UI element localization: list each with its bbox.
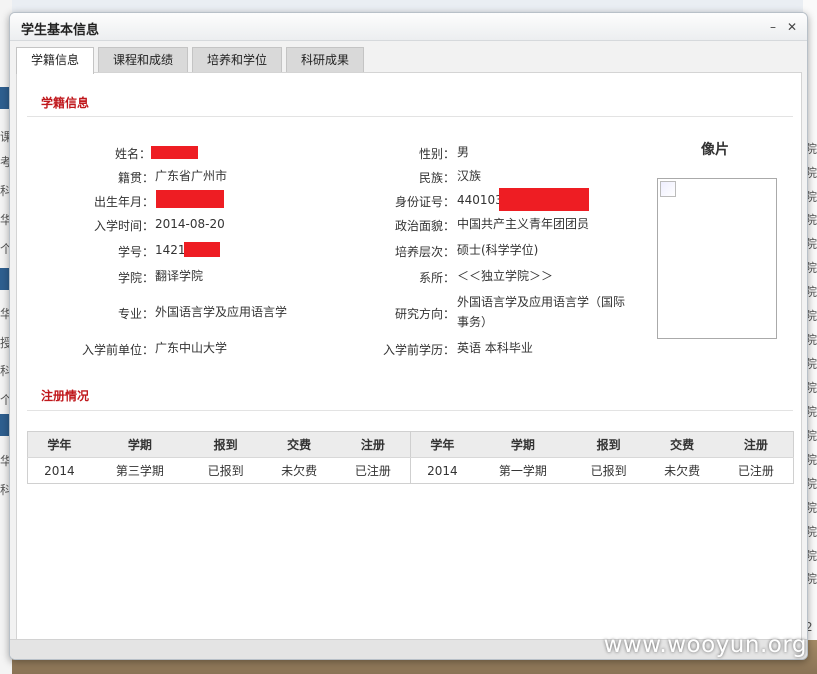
research-direction-value: 外国语言学及应用语言学（国际事务）: [457, 295, 626, 329]
major-value: 外国语言学及应用语言学: [155, 305, 288, 319]
prev-unit-label: 入学前单位：: [81, 343, 154, 357]
department-value: ＜＜独立学院＞＞: [457, 269, 554, 283]
column-header: 注册: [718, 431, 794, 458]
table-header-row: 学年 学期 报到 交费 注册 学年 学期 报到 交费 注册: [27, 431, 794, 458]
registration-section-title: 注册情况: [41, 389, 90, 403]
native-place-label: 籍贯：: [117, 171, 154, 185]
column-header: 注册: [335, 431, 411, 458]
column-header: 学年: [27, 431, 91, 458]
research-direction-label: 研究方向：: [394, 307, 455, 321]
college-label: 学院：: [117, 271, 154, 285]
student-id-redaction: [184, 242, 220, 257]
table-cell: 已注册: [718, 457, 794, 484]
table-cell: 2014: [409, 457, 474, 484]
birth-redaction: [156, 190, 224, 208]
ethnic-label: 民族：: [418, 171, 455, 185]
major-label: 专业：: [117, 307, 154, 321]
tab-courses-grades[interactable]: 课程和成绩: [98, 47, 188, 73]
prev-education-value: 英语 本科毕业: [457, 341, 533, 355]
column-header: 学期: [473, 431, 572, 458]
native-place-value: 广东省广州市: [155, 169, 228, 183]
section-divider: [27, 116, 793, 117]
table-cell: 第一学期: [473, 457, 572, 484]
name-label: 姓名：: [114, 147, 151, 161]
training-level-label: 培养层次：: [394, 245, 455, 259]
student-id-value: 1421: [155, 243, 186, 257]
student-id-label: 学号：: [117, 245, 154, 259]
student-info-dialog: 学生基本信息 – ✕ 学籍信息 课程和成绩 培养和学位 科研成果 学籍信息 姓名…: [9, 12, 808, 660]
enrollment-section-title: 学籍信息: [41, 96, 90, 110]
table-cell: 未欠费: [262, 457, 336, 484]
column-header: 交费: [262, 431, 336, 458]
gender-value: 男: [457, 145, 470, 159]
political-label: 政治面貌：: [394, 219, 455, 233]
enrollment-panel: 学籍信息 姓名： 籍贯： 广东省广州市 出生年月： 入学时间： 2014-08-…: [16, 72, 802, 641]
minimize-icon[interactable]: –: [766, 20, 780, 34]
idcard-redaction: [499, 188, 589, 211]
prev-unit-value: 广东中山大学: [155, 341, 228, 355]
table-cell: 已注册: [335, 457, 411, 484]
dialog-title: 学生基本信息: [21, 23, 100, 38]
name-redaction: [151, 146, 198, 159]
dialog-content: 学籍信息 课程和成绩 培养和学位 科研成果 学籍信息 姓名： 籍贯： 广东省广州…: [10, 41, 807, 641]
table-cell: 第三学期: [90, 457, 189, 484]
tab-research[interactable]: 科研成果: [286, 47, 364, 73]
table-cell: 未欠费: [645, 457, 719, 484]
ethnic-value: 汉族: [457, 169, 482, 183]
column-header: 学年: [409, 431, 474, 458]
watermark: www.wooyun.org: [603, 632, 807, 658]
tab-training-degree[interactable]: 培养和学位: [192, 47, 282, 73]
table-cell: 已报到: [571, 457, 646, 484]
table-row: 2014 第三学期 已报到 未欠费 已注册 2014 第一学期 已报到 未欠费 …: [27, 457, 794, 484]
college-value: 翻译学院: [155, 269, 204, 283]
birth-label: 出生年月：: [93, 195, 154, 209]
close-icon[interactable]: ✕: [785, 20, 799, 34]
political-value: 中国共产主义青年团团员: [457, 217, 590, 231]
tab-enrollment-info[interactable]: 学籍信息: [16, 47, 94, 74]
registration-table: 学年 学期 报到 交费 注册 学年 学期 报到 交费 注册 2014 第三学期 …: [27, 431, 794, 484]
entry-date-label: 入学时间：: [93, 219, 154, 233]
section-divider: [27, 410, 793, 411]
student-photo: [657, 178, 777, 339]
column-header: 报到: [571, 431, 646, 458]
column-header: 报到: [188, 431, 263, 458]
photo-label: 像片: [701, 142, 729, 158]
column-header: 交费: [645, 431, 719, 458]
entry-date-value: 2014-08-20: [155, 217, 225, 231]
dialog-titlebar[interactable]: 学生基本信息 – ✕: [10, 13, 807, 41]
training-level-value: 硕士(科学学位): [457, 243, 539, 257]
idcard-label: 身份证号：: [394, 195, 455, 209]
department-label: 系所：: [418, 271, 455, 285]
prev-education-label: 入学前学历：: [382, 343, 455, 357]
gender-label: 性别：: [418, 147, 455, 161]
table-cell: 2014: [27, 457, 91, 484]
idcard-value: 440103: [457, 193, 503, 207]
column-header: 学期: [90, 431, 189, 458]
table-cell: 已报到: [188, 457, 263, 484]
broken-image-icon: [660, 181, 676, 197]
